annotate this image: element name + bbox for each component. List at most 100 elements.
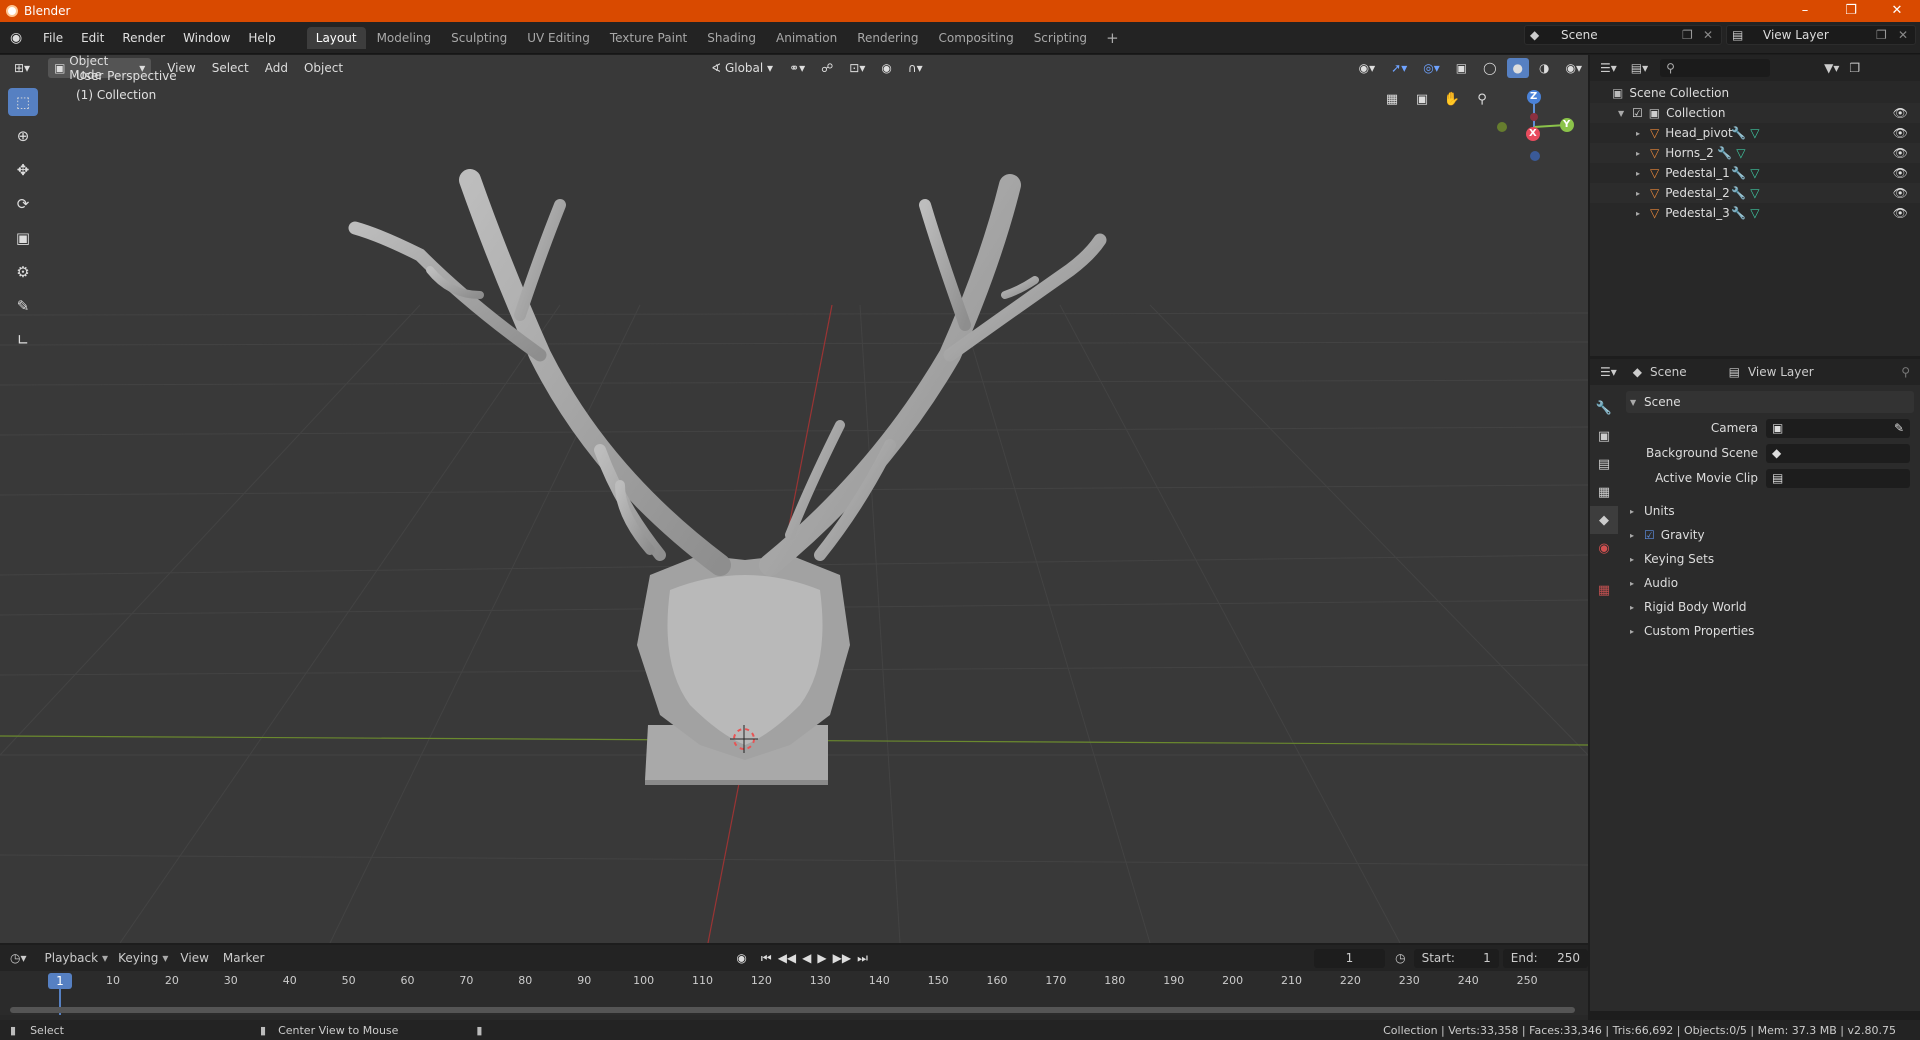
gravity-checkbox[interactable]: ☑ <box>1644 528 1655 542</box>
snap-icon[interactable]: ☍ <box>815 58 839 78</box>
display-mode-icon[interactable]: ▤▾ <box>1631 61 1648 75</box>
prev-keyframe-icon[interactable]: ◀◀ <box>778 951 796 965</box>
new-scene-icon[interactable]: ❐ <box>1682 28 1693 42</box>
playhead[interactable]: 1 <box>48 973 72 989</box>
expand-icon[interactable]: ▸ <box>1630 603 1644 612</box>
rendered-shading-icon[interactable]: ◉▾ <box>1560 58 1589 78</box>
menu-render[interactable]: Render <box>113 31 174 45</box>
tab-shading[interactable]: Shading <box>698 27 765 49</box>
remove-scene-icon[interactable]: ✕ <box>1703 28 1713 42</box>
menu-edit[interactable]: Edit <box>72 31 113 45</box>
expand-icon[interactable]: ▸ <box>1630 531 1644 540</box>
tab-rendering[interactable]: Rendering <box>848 27 927 49</box>
new-collection-icon[interactable]: ❐ <box>1849 61 1860 75</box>
cursor-tool-icon[interactable]: ⊕ <box>8 122 38 150</box>
menu-file[interactable]: File <box>34 31 72 45</box>
tab-scripting[interactable]: Scripting <box>1025 27 1096 49</box>
blender-menu-icon[interactable]: ◉ <box>10 31 26 45</box>
outliner-item-horns-2[interactable]: ▸ ▽ Horns_2 🔧 ▽ 👁 <box>1590 143 1920 163</box>
play-reverse-icon[interactable]: ◀ <box>802 951 811 965</box>
outliner-item-head-pivot[interactable]: ▸ ▽ Head_pivot 🔧 ▽ 👁 <box>1590 123 1920 143</box>
minimize-button[interactable]: – <box>1782 0 1828 22</box>
collapse-icon[interactable]: ▼ <box>1618 109 1632 118</box>
grid-icon[interactable]: ▦ <box>1379 86 1405 112</box>
annotate-tool-icon[interactable]: ✎ <box>8 292 38 320</box>
jump-start-icon[interactable]: ⏮ <box>761 951 772 966</box>
record-icon[interactable]: ◉ <box>736 951 746 965</box>
xray-icon[interactable]: ▣ <box>1450 58 1473 78</box>
falloff-icon[interactable]: ∩▾ <box>902 58 929 78</box>
collapse-icon[interactable]: ▼ <box>1630 398 1644 407</box>
marker-menu[interactable]: Marker <box>223 951 264 965</box>
scene-tab-label[interactable]: Scene <box>1650 365 1687 379</box>
expand-icon[interactable]: ▸ <box>1630 579 1644 588</box>
visibility-eye-icon[interactable]: 👁 <box>1893 146 1908 160</box>
tab-uv-editing[interactable]: UV Editing <box>518 27 599 49</box>
rigid-body-world-panel[interactable]: ▸ Rigid Body World <box>1626 596 1914 618</box>
play-icon[interactable]: ▶ <box>817 951 826 965</box>
active-movie-clip-field[interactable]: ▤ <box>1766 468 1910 488</box>
outliner-item-pedestal-2[interactable]: ▸ ▽ Pedestal_2 🔧 ▽ 👁 <box>1590 183 1920 203</box>
scene-panel-header[interactable]: ▼ Scene <box>1626 391 1914 413</box>
expand-icon[interactable]: ▸ <box>1636 169 1650 178</box>
tab-modeling[interactable]: Modeling <box>368 27 441 49</box>
outliner-item-pedestal-1[interactable]: ▸ ▽ Pedestal_1 🔧 ▽ 👁 <box>1590 163 1920 183</box>
camera-field[interactable]: ▣ ✎ <box>1766 418 1910 438</box>
transform-tool-icon[interactable]: ⚙ <box>8 258 38 286</box>
start-frame-field[interactable]: Start: 1 <box>1413 948 1499 968</box>
menu-select[interactable]: Select <box>206 58 255 78</box>
measure-tool-icon[interactable]: ∟ <box>8 326 38 354</box>
close-button[interactable]: ✕ <box>1874 0 1920 22</box>
expand-icon[interactable]: ▸ <box>1636 149 1650 158</box>
expand-icon[interactable]: ▸ <box>1630 627 1644 636</box>
expand-icon[interactable]: ▸ <box>1636 189 1650 198</box>
expand-icon[interactable]: ▸ <box>1630 507 1644 516</box>
texture-tab-icon[interactable]: ▦ <box>1590 576 1618 604</box>
tab-texture-paint[interactable]: Texture Paint <box>601 27 696 49</box>
move-tool-icon[interactable]: ✥ <box>8 156 38 184</box>
camera-icon[interactable]: ▣ <box>1409 86 1435 112</box>
visibility-eye-icon[interactable]: 👁 <box>1893 186 1908 200</box>
outliner-item-pedestal-3[interactable]: ▸ ▽ Pedestal_3 🔧 ▽ 👁 <box>1590 203 1920 223</box>
visibility-icon[interactable]: ◉▾ <box>1353 58 1382 78</box>
view-layer-selector[interactable]: View Layer <box>1726 25 1916 45</box>
material-shading-icon[interactable]: ◑ <box>1533 58 1555 78</box>
visibility-eye-icon[interactable]: 👁 <box>1893 206 1908 220</box>
outliner-collection[interactable]: ▼ ☑ ▣ Collection 👁 <box>1590 103 1920 123</box>
keying-menu[interactable]: Keying <box>118 951 158 965</box>
menu-object[interactable]: Object <box>298 58 349 78</box>
zoom-icon[interactable]: ⚲ <box>1469 86 1495 112</box>
custom-properties-panel[interactable]: ▸ Custom Properties <box>1626 620 1914 642</box>
view-layer-tab-icon[interactable]: ▦ <box>1590 478 1618 506</box>
next-keyframe-icon[interactable]: ▶▶ <box>833 951 851 965</box>
rotate-tool-icon[interactable]: ⟳ <box>8 190 38 218</box>
gizmo-toggle-icon[interactable]: ➚▾ <box>1385 58 1413 78</box>
output-tab-icon[interactable]: ▤ <box>1590 450 1618 478</box>
jump-end-icon[interactable]: ⏭ <box>857 951 868 966</box>
expand-icon[interactable]: ▸ <box>1630 555 1644 564</box>
visibility-eye-icon[interactable]: 👁 <box>1893 106 1908 120</box>
properties-editor-icon[interactable]: ☰▾ <box>1600 365 1617 379</box>
end-frame-field[interactable]: End: 250 <box>1502 948 1588 968</box>
tool-tab-icon[interactable]: 🔧 <box>1590 394 1618 422</box>
overlay-toggle-icon[interactable]: ◎▾ <box>1417 58 1446 78</box>
timeline-view-menu[interactable]: View <box>180 951 208 965</box>
add-workspace-icon[interactable]: + <box>1098 29 1127 47</box>
pan-hand-icon[interactable]: ✋ <box>1439 86 1465 112</box>
keying-sets-panel[interactable]: ▸ Keying Sets <box>1626 548 1914 570</box>
playback-menu[interactable]: Playback <box>45 951 99 965</box>
antlers-mesh[interactable] <box>348 169 1107 576</box>
current-frame-field[interactable]: 1 <box>1313 948 1386 968</box>
tab-layout[interactable]: Layout <box>306 26 366 49</box>
solid-shading-icon[interactable]: ● <box>1506 58 1530 78</box>
timeline-editor-icon[interactable]: ◷▾ <box>10 951 27 965</box>
pin-icon[interactable]: ⚲ <box>1901 365 1910 379</box>
outliner-editor-icon[interactable]: ☰▾ <box>1600 61 1617 75</box>
menu-help[interactable]: Help <box>239 31 284 45</box>
snap-target-icon[interactable]: ⊡▾ <box>843 58 871 78</box>
select-box-icon[interactable]: ⬚ <box>8 88 38 116</box>
editor-type-icon[interactable]: ⊞▾ <box>8 58 36 78</box>
maximize-button[interactable]: ❐ <box>1828 0 1874 22</box>
remove-view-layer-icon[interactable]: ✕ <box>1898 28 1908 42</box>
timeline-scrollbar[interactable] <box>10 1007 1575 1013</box>
